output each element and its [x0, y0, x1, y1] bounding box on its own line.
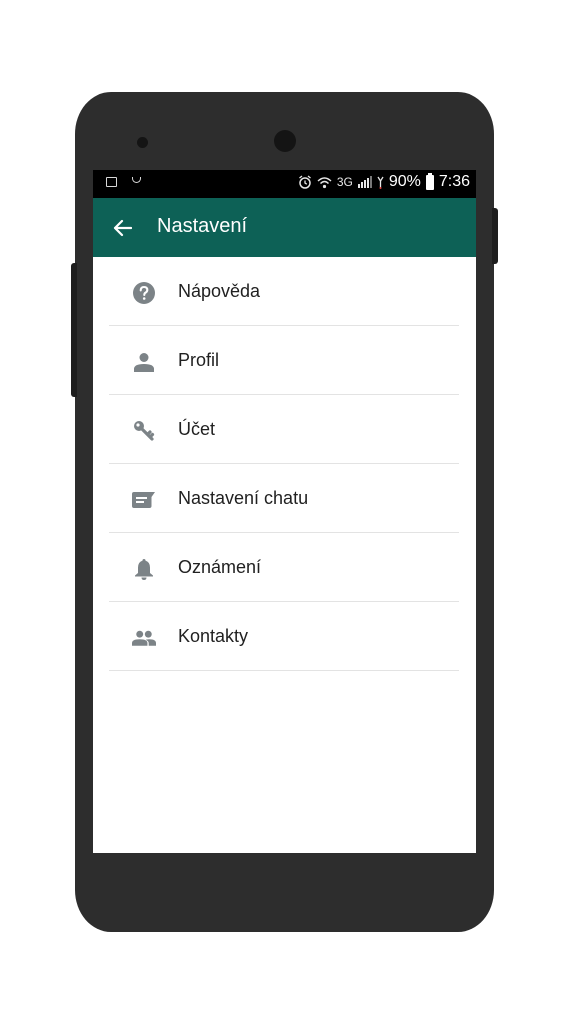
proximity-sensor	[137, 137, 148, 148]
app-bar: Nastavení	[93, 198, 476, 257]
menu-item-label: Oznámení	[178, 557, 262, 577]
menu-item-help[interactable]: Nápověda	[93, 257, 476, 326]
menu-item-account[interactable]: Účet	[93, 395, 476, 464]
menu-item-contacts[interactable]: Kontakty	[93, 602, 476, 671]
clock: 7:36	[438, 173, 470, 190]
arrow-back-icon	[113, 219, 132, 237]
network-type: 3G	[336, 175, 353, 189]
alarm-icon	[298, 175, 311, 189]
bell-icon	[132, 557, 156, 581]
menu-item-label: Účet	[178, 419, 216, 439]
menu-item-label: Profil	[178, 350, 220, 370]
screen: 3G 90% 7:36 Nastavení Nápověda Profil Úč…	[93, 170, 476, 853]
antenna-icon	[377, 176, 384, 189]
person-icon	[132, 350, 156, 374]
help-circle-icon	[132, 281, 156, 305]
menu-item-label: Nápověda	[178, 281, 261, 301]
key-icon	[132, 419, 156, 443]
signal-icon	[357, 176, 372, 188]
wifi-icon	[317, 176, 332, 188]
menu-item-label: Nastavení chatu	[178, 488, 309, 508]
shield-notification-icon	[131, 177, 142, 187]
page-title: Nastavení	[157, 215, 248, 237]
image-notification-icon	[106, 177, 117, 187]
status-bar: 3G 90% 7:36	[93, 170, 476, 198]
divider	[109, 670, 459, 671]
battery-percent: 90%	[388, 173, 421, 190]
menu-item-label: Kontakty	[178, 626, 249, 646]
chat-icon	[132, 488, 156, 512]
volume-button	[71, 263, 77, 397]
battery-icon	[425, 172, 434, 190]
settings-menu: Nápověda Profil Účet Nastavení chatu Ozn…	[93, 257, 476, 671]
power-button	[492, 208, 498, 264]
menu-item-profile[interactable]: Profil	[93, 326, 476, 395]
menu-item-chat-settings[interactable]: Nastavení chatu	[93, 464, 476, 533]
front-camera	[274, 130, 296, 152]
group-icon	[132, 626, 156, 650]
menu-item-notifications[interactable]: Oznámení	[93, 533, 476, 602]
back-button[interactable]	[107, 213, 137, 243]
